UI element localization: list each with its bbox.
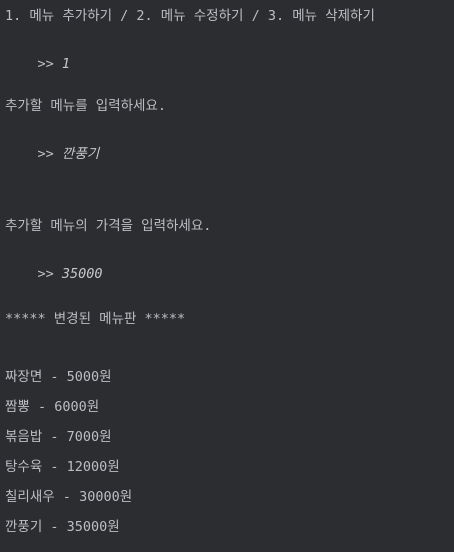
menu-choice-line[interactable]: >> 1	[5, 37, 71, 72]
menu-price-prompt: 추가할 메뉴의 가격을 입력하세요.	[5, 218, 212, 234]
prompt-symbol: >>	[37, 56, 62, 72]
prompt-symbol: >>	[37, 266, 62, 282]
menu-item: 탕수육 - 12000원	[5, 459, 120, 475]
menu-name-prompt: 추가할 메뉴를 입력하세요.	[5, 98, 167, 114]
menu-item: 깐풍기 - 35000원	[5, 519, 120, 535]
menu-price-input[interactable]: 35000	[62, 266, 103, 282]
menu-price-line[interactable]: >> 35000	[5, 247, 103, 282]
menu-options-prompt: 1. 메뉴 추가하기 / 2. 메뉴 수정하기 / 3. 메뉴 삭제하기	[5, 8, 375, 24]
menu-name-input[interactable]: 깐풍기	[62, 146, 99, 162]
menu-item: 짬뽕 - 6000원	[5, 399, 100, 415]
updated-menu-header: ***** 변경된 메뉴판 *****	[5, 311, 186, 327]
menu-name-line[interactable]: >> 깐풍기	[5, 127, 100, 162]
menu-item: 칠리새우 - 30000원	[5, 489, 133, 505]
menu-choice-input[interactable]: 1	[62, 56, 70, 72]
prompt-symbol: >>	[37, 146, 62, 162]
menu-item: 볶음밥 - 7000원	[5, 429, 112, 445]
console-output: 1. 메뉴 추가하기 / 2. 메뉴 수정하기 / 3. 메뉴 삭제하기 >> …	[5, 0, 454, 552]
menu-item: 짜장면 - 5000원	[5, 369, 112, 385]
